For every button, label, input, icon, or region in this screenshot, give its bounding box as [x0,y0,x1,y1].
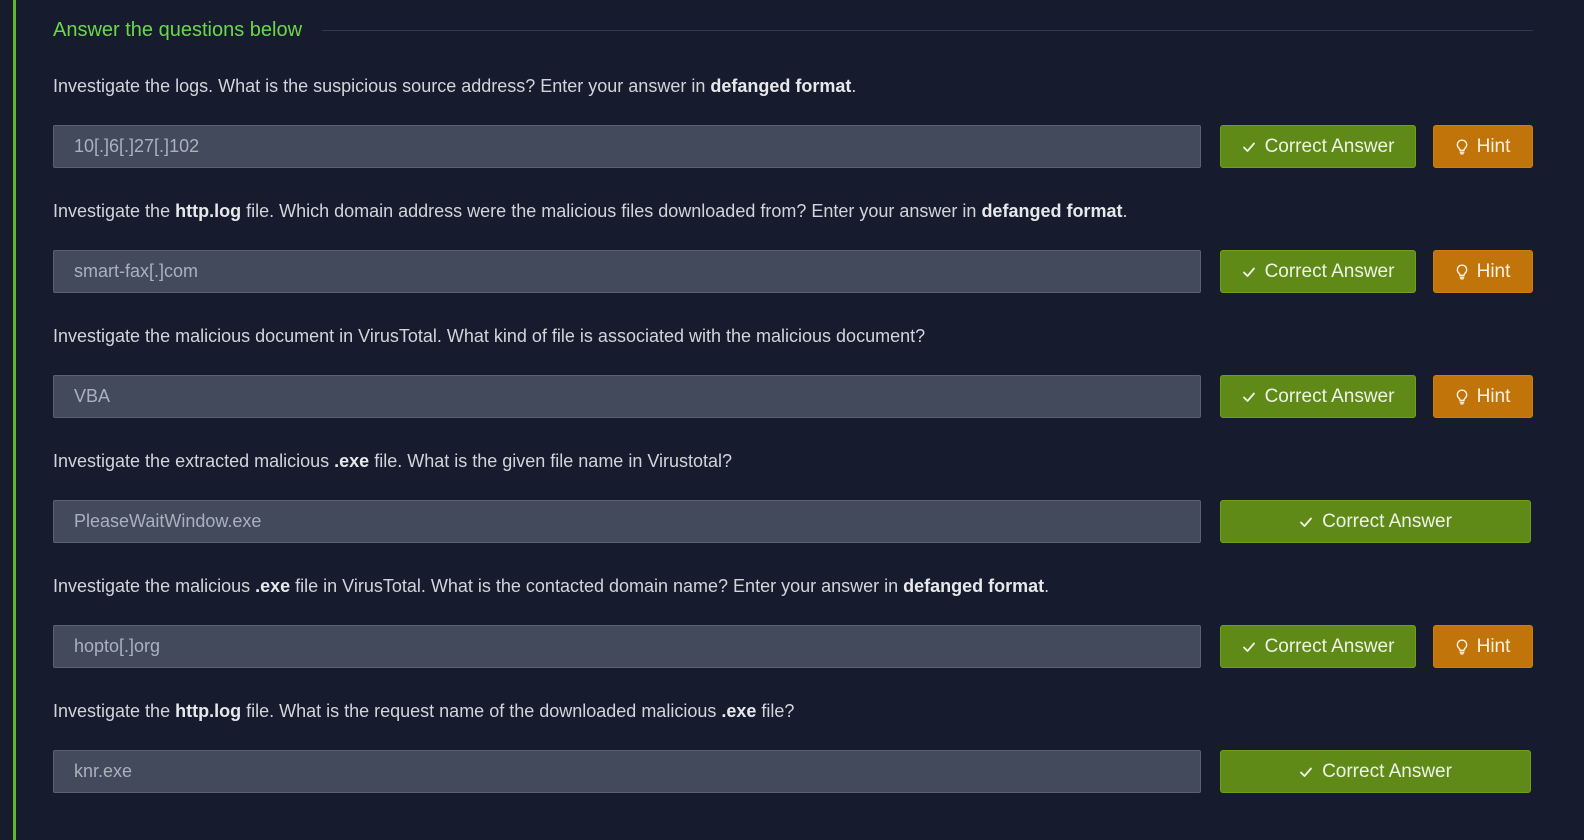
answer-row: Correct Answer [53,750,1533,793]
hint-button[interactable]: Hint [1433,250,1533,293]
check-icon [1242,390,1256,404]
answer-input[interactable] [53,125,1201,168]
correct-answer-label: Correct Answer [1322,760,1452,782]
correct-answer-button[interactable]: Correct Answer [1220,500,1531,543]
task-accent-bar [13,0,16,840]
check-icon [1242,640,1256,654]
hint-label: Hint [1476,135,1511,157]
section-title: Answer the questions below [53,18,303,41]
question-text-part: . [1122,201,1128,221]
lightbulb-icon [1456,388,1468,405]
lightbulb-icon [1456,138,1468,155]
question-text-part: file. What is the request name of the do… [241,701,722,721]
question-text: Investigate the http.log file. Which dom… [53,196,1533,226]
correct-answer-button[interactable]: Correct Answer [1220,125,1416,168]
correct-answer-button[interactable]: Correct Answer [1220,375,1416,418]
hint-label: Hint [1476,635,1511,657]
question-text-bold: defanged format [710,76,852,96]
question-text-part: file. Which domain address were the mali… [241,201,982,221]
correct-answer-label: Correct Answer [1322,510,1452,532]
correct-answer-button[interactable]: Correct Answer [1220,250,1416,293]
correct-answer-label: Correct Answer [1264,260,1395,282]
check-icon [1242,265,1256,279]
lightbulb-icon [1456,638,1468,655]
hint-button[interactable]: Hint [1433,375,1533,418]
question-text-part: . [1044,576,1050,596]
header-divider [322,29,1533,31]
question-text-bold: http.log [175,701,242,721]
hint-button[interactable]: Hint [1433,125,1533,168]
question-text-part: Investigate the logs. What is the suspic… [53,76,711,96]
question-text: Investigate the malicious .exe file in V… [53,571,1533,601]
question-text: Investigate the logs. What is the suspic… [53,71,1533,101]
question-text-part: Investigate the extracted malicious [53,451,335,471]
hint-label: Hint [1476,260,1511,282]
question-text-part: Investigate the malicious document in Vi… [53,326,926,346]
question-text-bold: http.log [175,201,242,221]
answer-row: Correct Answer Hint [53,250,1533,293]
check-icon [1299,765,1313,779]
question-text-bold: .exe [721,701,757,721]
question-text-bold: defanged format [903,576,1045,596]
question-text-bold: .exe [334,451,370,471]
answer-page: Answer the questions below Investigate t… [0,0,1584,840]
question-text: Investigate the malicious document in Vi… [53,321,1533,351]
correct-answer-label: Correct Answer [1264,135,1395,157]
hint-label: Hint [1476,385,1511,407]
question-text-part: Investigate the [53,201,176,221]
lightbulb-icon [1456,263,1468,280]
correct-answer-button[interactable]: Correct Answer [1220,750,1531,793]
answer-row: Correct Answer Hint [53,375,1533,418]
check-icon [1299,515,1313,529]
section-header: Answer the questions below [53,16,1533,44]
correct-answer-button[interactable]: Correct Answer [1220,625,1416,668]
answer-row: Correct Answer Hint [53,625,1533,668]
answer-input[interactable] [53,625,1201,668]
question-text-part: file in VirusTotal. What is the contacte… [290,576,904,596]
questions-panel: Answer the questions below Investigate t… [0,0,1584,840]
question-text: Investigate the http.log file. What is t… [53,696,1533,726]
answer-input[interactable] [53,250,1201,293]
question-text-part: . [851,76,857,96]
answer-row: Correct Answer [53,500,1533,543]
answer-input[interactable] [53,375,1201,418]
correct-answer-label: Correct Answer [1264,635,1395,657]
question-text-bold: defanged format [981,201,1123,221]
question-text: Investigate the extracted malicious .exe… [53,446,1533,476]
hint-button[interactable]: Hint [1433,625,1533,668]
correct-answer-label: Correct Answer [1264,385,1395,407]
answer-input[interactable] [53,750,1201,793]
question-text-bold: .exe [255,576,291,596]
check-icon [1242,140,1256,154]
question-text-part: Investigate the malicious [53,576,256,596]
question-text-part: file? [756,701,795,721]
question-text-part: file. What is the given file name in Vir… [369,451,733,471]
answer-input[interactable] [53,500,1201,543]
question-text-part: Investigate the [53,701,176,721]
answer-row: Correct Answer Hint [53,125,1533,168]
